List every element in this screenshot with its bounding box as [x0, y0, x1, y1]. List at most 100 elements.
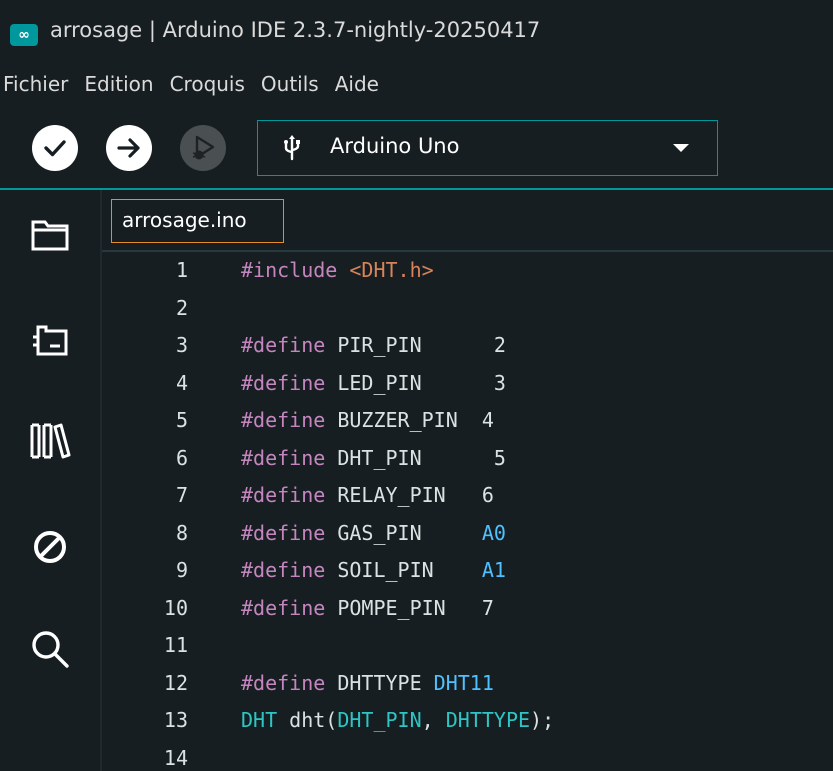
code-line[interactable]: 6 #define DHT_PIN 5	[102, 446, 833, 482]
code-token: <DHT.h>	[349, 258, 434, 282]
code-text: #define BUZZER_PIN 4	[241, 408, 494, 432]
verify-button[interactable]	[32, 125, 78, 171]
code-token: LED_PIN	[337, 370, 494, 395]
board-selector[interactable]: Arduino Uno	[257, 120, 718, 176]
line-number: 8	[175, 520, 188, 545]
line-number: 10	[163, 595, 188, 620]
tab-arrosage-ino[interactable]: arrosage.ino	[111, 199, 284, 243]
code-text: #define DHT_PIN 5	[241, 446, 506, 470]
code-token: dht(	[289, 708, 338, 732]
board-name: Arduino Uno	[330, 134, 460, 158]
code-token: DHT_PIN	[337, 445, 494, 470]
code-token: RELAY_PIN	[337, 483, 482, 507]
menu-outils[interactable]: Outils	[253, 64, 327, 104]
code-text: DHT dht(DHT_PIN, DHTTYPE);	[241, 708, 554, 732]
line-number: 7	[175, 483, 188, 507]
menu-croquis[interactable]: Croquis	[162, 64, 253, 104]
debug-button[interactable]	[180, 125, 226, 171]
library-icon[interactable]	[25, 416, 75, 466]
code-text: #define PIR_PIN 2	[241, 333, 506, 357]
toolbar: Arduino Uno	[0, 106, 833, 190]
line-number: 12	[163, 670, 188, 695]
code-line[interactable]: 3 #define PIR_PIN 2	[102, 333, 833, 369]
code-line[interactable]: 10 #define POMPE_PIN 7	[102, 596, 833, 632]
line-number: 6	[175, 445, 188, 470]
debug-icon	[192, 135, 215, 160]
sidebar	[0, 190, 102, 771]
code-token: A0	[481, 520, 506, 545]
arrow-right-icon	[117, 138, 140, 158]
code-token: 2	[493, 333, 506, 357]
code-token: DHT11	[433, 670, 494, 695]
code-text: #define LED_PIN 3	[241, 371, 506, 395]
code-token: ,	[421, 708, 446, 732]
line-number: 14	[163, 745, 188, 770]
code-line[interactable]: 7 #define RELAY_PIN 6	[102, 483, 833, 519]
code-token: #define	[241, 483, 338, 507]
menu-bar: Fichier Edition Croquis Outils Aide	[0, 62, 833, 106]
code-text: #define POMPE_PIN 7	[241, 596, 494, 620]
code-token: #define	[241, 670, 338, 695]
code-line[interactable]: 1 #include <DHT.h>	[102, 258, 833, 294]
code-token: #define	[241, 408, 338, 432]
code-token: DHTTYPE	[337, 670, 434, 695]
board-manager-icon[interactable]	[25, 316, 75, 366]
folder-icon[interactable]	[25, 210, 75, 260]
code-token: #define	[241, 595, 338, 620]
code-token: #define	[241, 333, 338, 357]
debug-disabled-icon[interactable]	[25, 522, 75, 572]
chevron-down-icon	[673, 144, 689, 152]
line-number: 3	[175, 333, 188, 357]
menu-aide[interactable]: Aide	[327, 64, 387, 104]
line-number: 13	[163, 708, 188, 732]
checkmark-icon	[44, 140, 66, 157]
code-token: );	[530, 708, 555, 732]
code-token: DHT	[241, 708, 290, 732]
line-number: 1	[175, 258, 188, 282]
code-token: 5	[493, 445, 506, 470]
code-token: 4	[481, 408, 494, 432]
code-token: #include	[241, 258, 350, 282]
code-line[interactable]: 13 DHT dht(DHT_PIN, DHTTYPE);	[102, 708, 833, 744]
editor: arrosage.ino 1 #include <DHT.h> 2 3 #define …	[102, 190, 833, 771]
code-token: DHT_PIN	[337, 708, 422, 732]
arduino-logo-icon: ∞	[10, 24, 38, 46]
code-text: #include <DHT.h>	[241, 258, 434, 282]
code-line[interactable]: 2	[102, 296, 833, 332]
code-line[interactable]: 5 #define BUZZER_PIN 4	[102, 408, 833, 444]
code-editor[interactable]: 1 #include <DHT.h> 2 3 #define PIR_PIN 2 4 #de…	[102, 252, 833, 771]
code-text: #define RELAY_PIN 6	[241, 483, 494, 507]
code-text: #define SOIL_PIN A1	[241, 558, 506, 582]
code-token: 6	[481, 483, 494, 507]
code-line[interactable]: 8 #define GAS_PIN A0	[102, 521, 833, 557]
editor-tab-bar: arrosage.ino	[102, 190, 833, 252]
code-token: GAS_PIN	[337, 520, 482, 545]
menu-fichier[interactable]: Fichier	[0, 64, 76, 104]
code-line[interactable]: 11	[102, 633, 833, 669]
line-number: 5	[175, 408, 188, 432]
line-number: 11	[163, 633, 188, 657]
code-line[interactable]: 12 #define DHTTYPE DHT11	[102, 671, 833, 707]
code-token: SOIL_PIN	[337, 558, 482, 582]
search-icon[interactable]	[25, 624, 75, 674]
code-line[interactable]: 14	[102, 746, 833, 771]
code-line[interactable]: 4 #define LED_PIN 3	[102, 371, 833, 407]
window-title: arrosage | Arduino IDE 2.3.7-nightly-202…	[50, 18, 541, 42]
usb-icon	[284, 135, 300, 161]
line-number: 4	[175, 370, 188, 395]
code-token: #define	[241, 520, 338, 545]
code-token: #define	[241, 558, 338, 582]
code-token: 3	[493, 370, 506, 395]
upload-button[interactable]	[106, 125, 152, 171]
line-number: 9	[175, 558, 188, 582]
code-text: #define GAS_PIN A0	[241, 521, 506, 545]
code-token: A1	[481, 558, 506, 582]
code-line[interactable]: 9 #define SOIL_PIN A1	[102, 558, 833, 594]
code-text: #define DHTTYPE DHT11	[241, 671, 494, 695]
code-token: #define	[241, 370, 338, 395]
code-token: PIR_PIN	[337, 333, 494, 357]
menu-edition[interactable]: Edition	[76, 64, 161, 104]
code-token: #define	[241, 445, 338, 470]
code-token: DHTTYPE	[445, 708, 531, 732]
line-number: 2	[175, 295, 188, 320]
